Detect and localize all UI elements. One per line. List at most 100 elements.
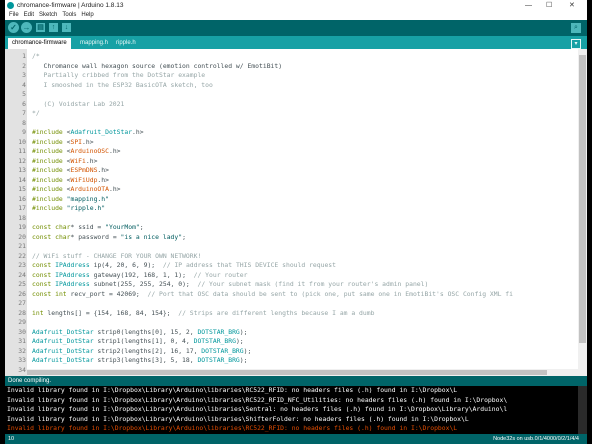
code-line[interactable]: 14 #include <WiFiUdp.h>: [5, 176, 575, 186]
line-number: 5: [22, 90, 26, 98]
console-line: Invalid library found in I:\Dropbox\Libr…: [7, 395, 508, 404]
tab-mapping-h[interactable]: mapping.h: [76, 38, 112, 49]
tab-menu-chevron-icon[interactable]: ▾: [571, 39, 581, 49]
arduino-app-icon: [7, 2, 14, 9]
console-line: Invalid library found in I:\Dropbox\Libr…: [7, 424, 458, 432]
code-text: #include "ripple.h": [32, 204, 106, 212]
line-number: 1: [22, 52, 26, 60]
code-line[interactable]: 21: [5, 242, 575, 252]
code-line[interactable]: 16 #include "mapping.h": [5, 195, 575, 205]
line-number: 13: [18, 166, 26, 174]
code-line[interactable]: 17 #include "ripple.h": [5, 204, 575, 214]
code-line[interactable]: 3 Partially cribbed from the DotStar exa…: [5, 71, 575, 81]
code-text: #include <ArduinoOTA.h>: [32, 185, 121, 193]
menu-edit[interactable]: Edit: [24, 12, 34, 18]
code-line[interactable]: 8: [5, 119, 575, 129]
serial-monitor-button[interactable]: ⌕: [571, 23, 581, 33]
line-number: 3: [22, 71, 26, 79]
code-line[interactable]: 28 int lengths[] = {154, 168, 84, 154}; /…: [5, 309, 575, 319]
code-text: Partially cribbed from the DotStar examp…: [32, 71, 206, 79]
code-line[interactable]: 22 // WiFi stuff - CHANGE FOR YOUR OWN NE…: [5, 252, 575, 262]
code-line[interactable]: 15 #include <ArduinoOTA.h>: [5, 185, 575, 195]
code-line[interactable]: 29: [5, 318, 575, 328]
code-line[interactable]: 26 const int recv_port = 42069; // Port t…: [5, 290, 575, 300]
title-bar: chromance-firmware | Arduino 1.8.13 — ☐ …: [5, 0, 587, 11]
status-bar: Done compiling.: [5, 376, 587, 386]
menu-bar: File Edit Sketch Tools Help: [5, 11, 587, 20]
menu-sketch[interactable]: Sketch: [39, 12, 57, 18]
code-text: /*: [32, 52, 40, 60]
code-line[interactable]: 24 const IPAddress gateway(192, 168, 1, 1…: [5, 271, 575, 281]
console-output: Invalid library found in I:\Dropbox\Libr…: [5, 386, 587, 434]
line-number: 15: [18, 185, 26, 193]
code-text: const IPAddress ip(4, 20, 6, 9); // IP a…: [32, 261, 336, 269]
open-sketch-button[interactable]: ↑: [49, 23, 58, 32]
line-number: 18: [18, 213, 26, 222]
menu-tools[interactable]: Tools: [62, 12, 76, 18]
code-text: const IPAddress subnet(255, 255, 254, 0)…: [32, 280, 429, 288]
upload-button[interactable]: →: [21, 22, 32, 33]
code-text: #include <WiFiUdp.h>: [32, 175, 109, 184]
tab-ripple-h[interactable]: ripple.h: [112, 38, 140, 49]
close-button[interactable]: ✕: [569, 0, 575, 11]
code-text: const char* ssid = "YourMom";: [32, 223, 144, 231]
new-sketch-button[interactable]: ▤: [36, 23, 45, 32]
horizontal-scroll-thumb[interactable]: [27, 370, 547, 375]
minimize-button[interactable]: —: [525, 0, 532, 11]
code-line[interactable]: 27: [5, 299, 575, 309]
code-line[interactable]: 20 const char* password = "is a nice lady…: [5, 233, 575, 243]
line-number: 6: [22, 99, 26, 108]
console-scrollbar[interactable]: [578, 386, 587, 434]
line-number: 19: [18, 223, 26, 231]
code-line[interactable]: 9 #include <Adafruit_DotStar.h>: [5, 128, 575, 138]
code-line[interactable]: 13 #include <ESPmDNS.h>: [5, 166, 575, 176]
tab-chromance-firmware[interactable]: chromance-firmware: [8, 38, 71, 49]
code-line[interactable]: 32 Adafruit_DotStar strip2(lengths[2], 16…: [5, 347, 575, 357]
verify-button[interactable]: ✓: [8, 22, 19, 33]
code-text: const char* password = "is a nice lady";: [32, 232, 186, 241]
code-line[interactable]: 19 const char* ssid = "YourMom";: [5, 223, 575, 233]
code-line[interactable]: 4 I smooshed in the ESP32 BasicOTA sketc…: [5, 81, 575, 91]
console-line: Invalid library found in I:\Dropbox\Libr…: [7, 405, 508, 413]
line-number: 29: [18, 318, 26, 326]
line-number: 7: [22, 109, 26, 117]
code-line[interactable]: 33 Adafruit_DotStar strip3(lengths[3], 5,…: [5, 356, 575, 366]
code-line[interactable]: 30 Adafruit_DotStar strip0(lengths[0], 15…: [5, 328, 575, 338]
code-text: const IPAddress gateway(192, 168, 1, 1);…: [32, 270, 248, 279]
line-number: 26: [18, 289, 26, 298]
line-number: 16: [18, 194, 26, 203]
save-sketch-button[interactable]: ↓: [62, 23, 71, 32]
code-line[interactable]: 12 #include <WiFi.h>: [5, 157, 575, 167]
code-line[interactable]: 5: [5, 90, 575, 100]
code-line[interactable]: 11 #include <ArduinoOSC.h>: [5, 147, 575, 157]
code-line[interactable]: 2 Chromance wall hexagon source (emotion…: [5, 62, 575, 72]
line-number: 27: [18, 299, 26, 307]
code-text: #include <SPI.h>: [32, 137, 94, 146]
code-line[interactable]: 6 (C) Voidstar Lab 2021: [5, 100, 575, 110]
status-message: Done compiling.: [8, 378, 52, 384]
code-editor[interactable]: 1 /* 2 Chromance wall hexagon source (emot…: [5, 49, 587, 376]
horizontal-scrollbar[interactable]: [27, 369, 578, 376]
console-line: Invalid library found in I:\Dropbox\Libr…: [7, 414, 469, 423]
line-number: 28: [18, 308, 26, 317]
vertical-scrollbar[interactable]: [578, 49, 587, 376]
menu-file[interactable]: File: [9, 12, 19, 18]
line-number: 25: [18, 280, 26, 288]
menu-help[interactable]: Help: [81, 12, 93, 18]
console-lines: Invalid library found in I:\Dropbox\Libr…: [5, 386, 587, 434]
code-lines: 1 /* 2 Chromance wall hexagon source (emot…: [5, 52, 575, 375]
maximize-button[interactable]: ☐: [546, 0, 552, 11]
console-line: Invalid library found in I:\Dropbox\Libr…: [7, 386, 458, 394]
vertical-scroll-thumb[interactable]: [579, 55, 586, 343]
code-line[interactable]: 31 Adafruit_DotStar strip1(lengths[1], 0,…: [5, 337, 575, 347]
code-line[interactable]: 1 /*: [5, 52, 575, 62]
code-line[interactable]: 10 #include <SPI.h>: [5, 138, 575, 148]
toolbar: ✓ → ▤ ↑ ↓ ⌕: [5, 20, 587, 36]
code-line[interactable]: 7 */: [5, 109, 575, 119]
code-line[interactable]: 18: [5, 214, 575, 224]
code-line[interactable]: 23 const IPAddress ip(4, 20, 6, 9); // IP…: [5, 261, 575, 271]
code-text: #include "mapping.h": [32, 194, 109, 203]
code-line[interactable]: 25 const IPAddress subnet(255, 255, 254, …: [5, 280, 575, 290]
code-text: #include <Adafruit_DotStar.h>: [32, 128, 144, 136]
line-number: 12: [18, 156, 26, 165]
